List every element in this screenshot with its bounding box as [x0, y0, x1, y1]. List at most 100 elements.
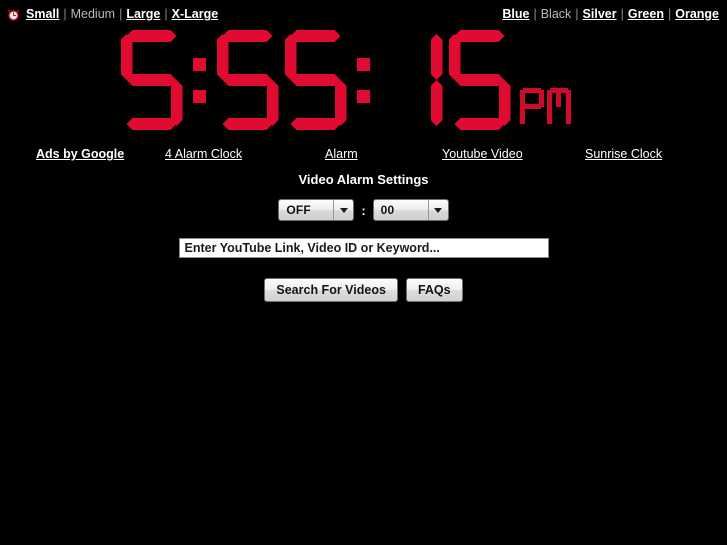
clock-digit-hour-ones	[121, 30, 183, 130]
search-for-videos-button[interactable]: Search For Videos	[264, 278, 398, 302]
segment-c	[565, 107, 571, 124]
segment-b	[565, 90, 571, 107]
alarm-hour-select[interactable]: OFF	[278, 199, 355, 221]
nav-link-size-3[interactable]: X-Large	[172, 7, 219, 21]
segment-f	[449, 34, 461, 80]
nav-separator: |	[575, 7, 579, 21]
segment-d	[387, 118, 437, 130]
segment-g	[291, 74, 341, 86]
segment-g	[522, 104, 541, 109]
chevron-down-icon	[427, 200, 448, 220]
segment-e	[121, 80, 133, 126]
colon-dot-bottom	[356, 90, 370, 103]
nav-label-color-1: Black	[540, 7, 572, 21]
segment-b	[431, 34, 443, 80]
segment-a	[291, 30, 341, 42]
segment-c	[431, 80, 443, 126]
alarm-time-selectors: OFF : 00	[0, 199, 727, 221]
ad-link-4-alarm-clock[interactable]: 4 Alarm Clock	[165, 147, 242, 161]
segment-a	[127, 30, 177, 42]
alarm-minute-select-value: 00	[380, 203, 395, 217]
segment-e	[285, 80, 297, 126]
alarm-hour-select-value: OFF	[286, 203, 311, 217]
meridiem-letter-p	[519, 88, 544, 126]
ad-link-ads-by-google[interactable]: Ads by Google	[36, 147, 124, 161]
led-clock-display[interactable]	[0, 30, 727, 142]
nav-label-color-0: Blue	[502, 7, 530, 21]
ad-links-row: Ads by Google 4 Alarm Clock Alarm Youtub…	[0, 147, 727, 165]
clock-colon-ms	[351, 30, 377, 130]
video-search-row	[0, 238, 727, 258]
segment-d	[223, 118, 273, 130]
faqs-button[interactable]: FAQs	[405, 278, 463, 302]
nav-separator: |	[164, 7, 168, 21]
nav-link-color-0[interactable]: Blue	[502, 7, 529, 21]
nav-separator: |	[533, 7, 537, 21]
clock-colon-hm	[187, 30, 213, 130]
colon-dot-top	[192, 58, 206, 71]
action-buttons-row: Search For Videos FAQs	[0, 278, 727, 302]
colon-dot-bottom	[192, 90, 206, 103]
colon-dot-top	[356, 58, 370, 71]
segment-a	[223, 30, 273, 42]
chevron-down-icon	[333, 200, 353, 220]
segment-c	[499, 80, 511, 126]
ad-link-sunrise-clock[interactable]: Sunrise Clock	[585, 147, 662, 161]
nav-link-size-0[interactable]: Small	[26, 7, 59, 21]
nav-separator: |	[63, 7, 67, 21]
segment-b	[499, 34, 511, 80]
nav-link-color-4[interactable]: Orange	[675, 7, 719, 21]
segment-e	[546, 107, 552, 124]
nav-link-color-2[interactable]: Silver	[583, 7, 617, 21]
segment-d	[127, 118, 177, 130]
segment-c	[267, 80, 279, 126]
alarm-minute-select[interactable]: 00	[372, 199, 449, 221]
nav-label-color-3: Green	[627, 7, 664, 21]
segment-e	[217, 80, 229, 126]
alarm-clock-icon	[6, 7, 21, 22]
segment-f	[121, 34, 133, 80]
video-search-input[interactable]	[178, 238, 549, 258]
nav-separator: |	[667, 7, 672, 21]
nav-link-color-1[interactable]: Black	[541, 7, 572, 21]
segment-center	[556, 90, 561, 107]
segment-e	[519, 107, 525, 124]
segment-b	[171, 34, 183, 80]
segment-f	[546, 90, 552, 107]
ad-link-youtube-video[interactable]: Youtube Video	[442, 147, 523, 161]
size-nav-group: Small | Medium | Large | X-Large	[6, 7, 218, 22]
nav-separator: |	[620, 7, 624, 21]
segment-g	[387, 74, 437, 86]
nav-label-size-3: X-Large	[171, 7, 219, 21]
segment-f	[285, 34, 297, 80]
ad-link-alarm[interactable]: Alarm	[325, 147, 358, 161]
clock-digit-minute-ones	[285, 30, 347, 130]
segment-c	[335, 80, 347, 126]
segment-f	[217, 34, 229, 80]
clock-meridiem-indicator	[519, 88, 574, 126]
segment-a	[455, 30, 505, 42]
nav-label-size-1: Medium	[70, 7, 116, 21]
segment-d	[291, 118, 341, 130]
segment-c	[171, 80, 183, 126]
segment-g	[455, 74, 505, 86]
nav-label-size-2: Large	[126, 7, 161, 21]
video-alarm-settings-title: Video Alarm Settings	[298, 172, 429, 187]
nav-link-size-2[interactable]: Large	[126, 7, 160, 21]
nav-label-color-2: Silver	[582, 7, 617, 21]
segment-e	[449, 80, 461, 126]
clock-digit-minute-tens	[217, 30, 279, 130]
segment-e	[381, 80, 393, 126]
top-navigation-bar: Small | Medium | Large | X-Large Blue | …	[0, 0, 727, 28]
nav-link-size-1[interactable]: Medium	[71, 7, 115, 21]
meridiem-letter-m	[546, 88, 571, 126]
alarm-time-separator: :	[361, 202, 366, 218]
segment-d	[455, 118, 505, 130]
segment-b	[267, 34, 279, 80]
segment-a	[387, 30, 437, 42]
nav-link-color-3[interactable]: Green	[628, 7, 664, 21]
nav-label-color-4: Orange	[675, 7, 719, 21]
segment-g	[223, 74, 273, 86]
segment-b	[335, 34, 347, 80]
color-nav-group: Blue | Black | Silver | Green | Orange	[502, 7, 719, 21]
